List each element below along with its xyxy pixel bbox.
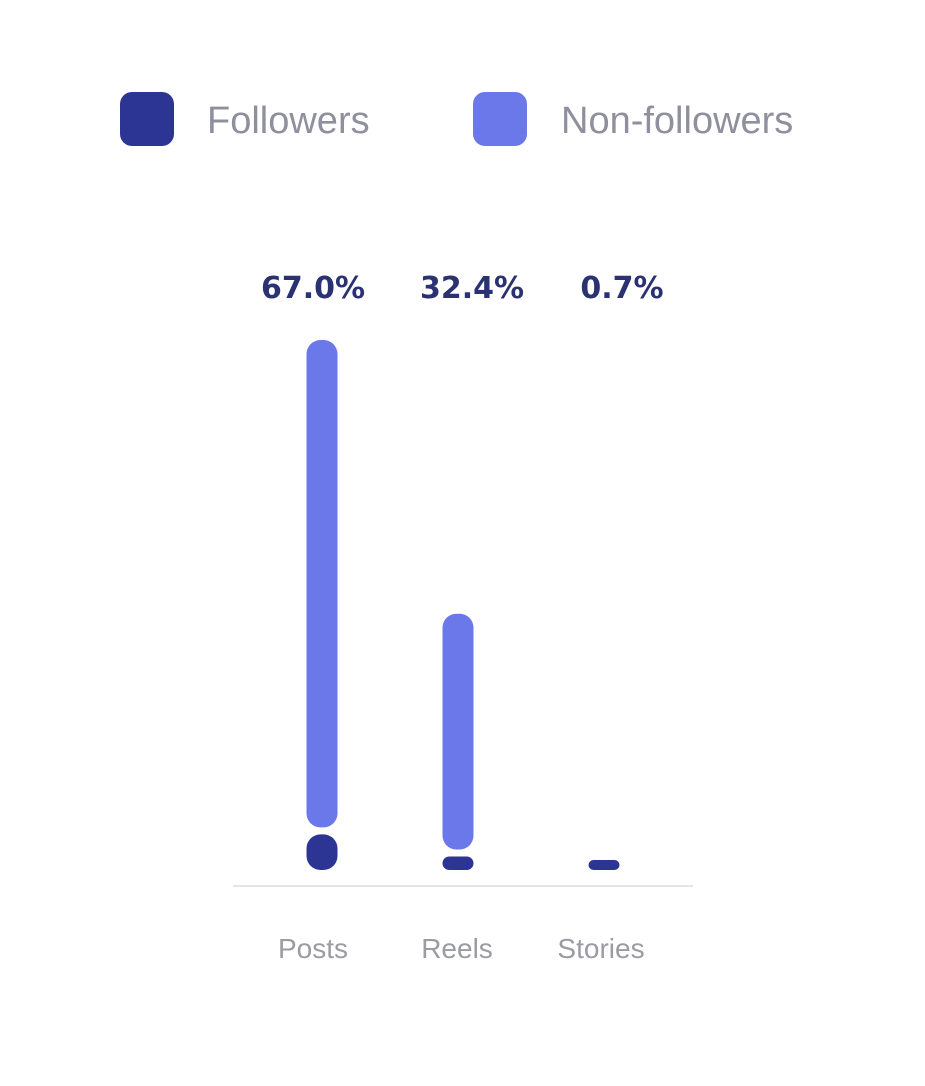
legend-label-followers: Followers: [207, 100, 370, 142]
bar-reels-followers: [442, 856, 474, 870]
bar-posts-non-followers: [306, 340, 338, 828]
legend-label-non-followers: Non-followers: [561, 100, 793, 142]
category-label-stories: Stories: [557, 933, 644, 964]
legend-swatch-followers: [120, 92, 174, 146]
category-label-posts: Posts: [278, 933, 348, 964]
bar-posts-followers: [306, 834, 338, 870]
chart: Followers Non-followers 67.0% 32.4% 0.7%…: [120, 92, 793, 964]
bars: [306, 340, 620, 870]
total-label-reels: 32.4%: [420, 271, 524, 306]
total-labels: 67.0% 32.4% 0.7%: [261, 271, 664, 306]
category-label-reels: Reels: [421, 933, 493, 964]
legend: Followers Non-followers: [120, 92, 793, 146]
total-label-posts: 67.0%: [261, 271, 365, 306]
total-label-stories: 0.7%: [580, 271, 663, 306]
category-labels: Posts Reels Stories: [278, 933, 645, 964]
legend-swatch-non-followers: [473, 92, 527, 146]
bar-stories-followers: [588, 860, 620, 870]
bar-reels-non-followers: [442, 613, 474, 850]
